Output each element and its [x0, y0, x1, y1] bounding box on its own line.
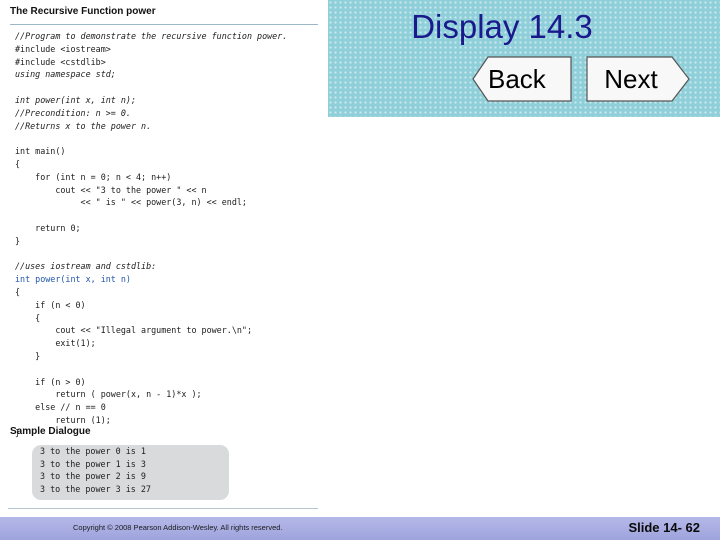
code-line: //Program to demonstrate the recursive f… — [15, 31, 288, 41]
sample-dialogue-label: Sample Dialogue — [10, 426, 91, 437]
code-block: //Program to demonstrate the recursive f… — [15, 30, 315, 440]
code-line: //uses iostream and cstdlib: — [15, 261, 157, 272]
sample-line: 3 to the power 3 is 27 — [40, 483, 151, 494]
code-line: { — [15, 312, 41, 323]
sample-dialogue-box: 3 to the power 0 is 1 3 to the power 1 is… — [32, 445, 229, 500]
code-line: return ( power(x, n - 1)*x ); — [15, 389, 202, 400]
code-line: { — [15, 158, 21, 169]
sample-line: 3 to the power 2 is 9 — [40, 471, 146, 482]
code-line: cout << "3 to the power " << n — [15, 184, 207, 195]
code-line: #include <iostream> — [15, 43, 111, 54]
code-line: cout << "Illegal argument to power.\n"; — [15, 325, 252, 336]
copyright-text: Copyright © 2008 Pearson Addison-Wesley.… — [73, 523, 283, 532]
code-line: } — [15, 235, 21, 246]
code-line: if (n > 0) — [15, 376, 86, 387]
code-line: int power(int x, int n); — [15, 94, 137, 105]
slide-number: Slide 14- 62 — [628, 520, 700, 535]
code-line: } — [15, 350, 41, 361]
code-line: return 0; — [15, 222, 81, 233]
code-line: int main() — [15, 146, 66, 157]
back-button-label: Back — [488, 64, 546, 94]
code-line: if (n < 0) — [15, 299, 86, 310]
footer-bar: Copyright © 2008 Pearson Addison-Wesley.… — [0, 517, 720, 540]
code-line: exit(1); — [15, 338, 96, 349]
code-line: else // n == 0 — [15, 402, 106, 413]
display-title: Display 14.3 — [411, 8, 593, 45]
code-line: //Returns x to the power n. — [15, 120, 152, 131]
code-line: return (1); — [15, 414, 111, 425]
code-line: int power(int x, int n) — [15, 274, 131, 285]
next-button[interactable]: Next — [586, 56, 690, 102]
sample-line: 3 to the power 0 is 1 — [40, 446, 146, 456]
divider — [8, 508, 318, 509]
divider — [10, 24, 318, 25]
code-line: { — [15, 286, 21, 297]
listing-title: The Recursive Function power — [10, 6, 156, 17]
code-line: //Precondition: n >= 0. — [15, 107, 131, 118]
next-button-label: Next — [604, 64, 658, 94]
code-line: << " is " << power(3, n) << endl; — [15, 197, 247, 208]
sample-line: 3 to the power 1 is 3 — [40, 458, 146, 469]
code-line: for (int n = 0; n < 4; n++) — [15, 171, 172, 182]
code-line: #include <cstdlib> — [15, 56, 106, 67]
back-button[interactable]: Back — [472, 56, 572, 102]
code-line: using namespace std; — [15, 69, 116, 80]
